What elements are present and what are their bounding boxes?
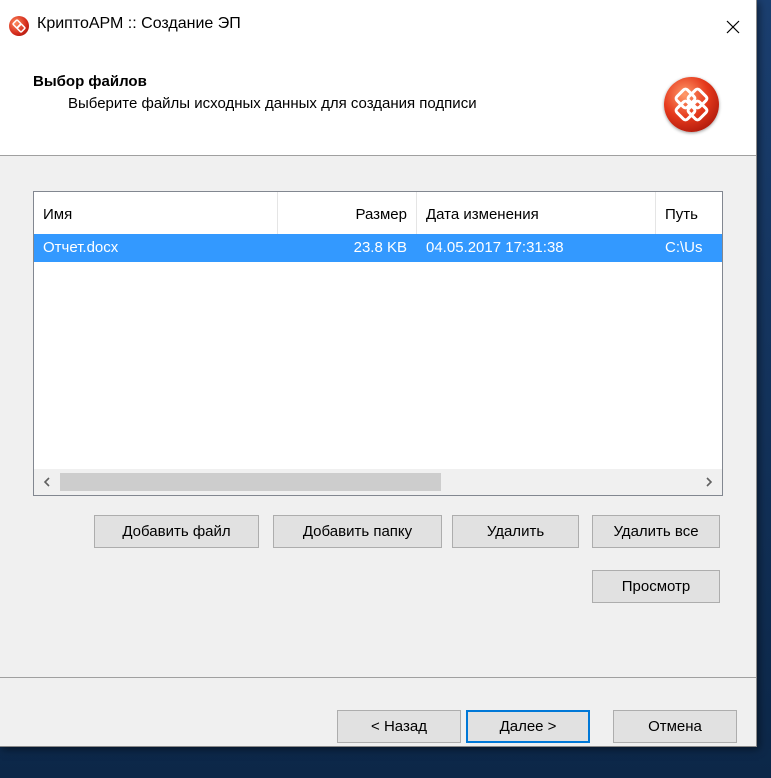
chevron-left-icon bbox=[43, 477, 50, 487]
scroll-thumb[interactable] bbox=[60, 473, 441, 491]
file-list-header: Имя Размер Дата изменения Путь bbox=[34, 192, 722, 234]
scroll-right-button[interactable] bbox=[696, 469, 722, 495]
delete-button[interactable]: Удалить bbox=[452, 515, 579, 548]
close-button[interactable] bbox=[710, 0, 756, 53]
cancel-button[interactable]: Отмена bbox=[613, 710, 737, 743]
window-title: КриптоАРМ :: Создание ЭП bbox=[37, 15, 241, 32]
file-modified-cell: 04.05.2017 17:31:38 bbox=[426, 239, 564, 256]
file-size-cell: 23.8 KB bbox=[353, 239, 407, 256]
footer-divider bbox=[0, 677, 756, 678]
next-button[interactable]: Далее > bbox=[466, 710, 590, 743]
chevron-right-icon bbox=[706, 477, 713, 487]
add-folder-button[interactable]: Добавить папку bbox=[273, 515, 442, 548]
file-path-cell: C:\Us bbox=[665, 239, 703, 256]
column-header-name[interactable]: Имя bbox=[43, 192, 273, 234]
step-subtitle: Выберите файлы исходных данных для созда… bbox=[68, 95, 477, 112]
scroll-left-button[interactable] bbox=[34, 469, 60, 495]
horizontal-scrollbar[interactable] bbox=[34, 469, 722, 495]
column-header-path[interactable]: Путь bbox=[665, 192, 722, 234]
wizard-header: Выбор файлов Выберите файлы исходных дан… bbox=[0, 53, 756, 156]
create-signature-dialog: КриптоАРМ :: Создание ЭП Выбор файлов Вы… bbox=[0, 0, 757, 747]
title-bar: КриптоАРМ :: Создание ЭП bbox=[0, 0, 756, 53]
file-name-cell: Отчет.docx bbox=[43, 239, 119, 256]
delete-all-button[interactable]: Удалить все bbox=[592, 515, 720, 548]
back-button[interactable]: < Назад bbox=[337, 710, 461, 743]
column-divider[interactable] bbox=[655, 192, 656, 234]
close-icon bbox=[726, 20, 740, 33]
file-row-selected[interactable]: Отчет.docx 23.8 KB 04.05.2017 17:31:38 C… bbox=[34, 234, 722, 262]
column-header-modified[interactable]: Дата изменения bbox=[426, 192, 646, 234]
column-header-size[interactable]: Размер bbox=[278, 192, 407, 234]
kriptoarm-logo-icon bbox=[664, 77, 719, 132]
kriptoarm-app-icon bbox=[9, 16, 29, 36]
step-title: Выбор файлов bbox=[33, 73, 147, 90]
add-file-button[interactable]: Добавить файл bbox=[94, 515, 259, 548]
file-list[interactable]: Имя Размер Дата изменения Путь Отчет.doc… bbox=[33, 191, 723, 496]
preview-button[interactable]: Просмотр bbox=[592, 570, 720, 603]
column-divider[interactable] bbox=[416, 192, 417, 234]
